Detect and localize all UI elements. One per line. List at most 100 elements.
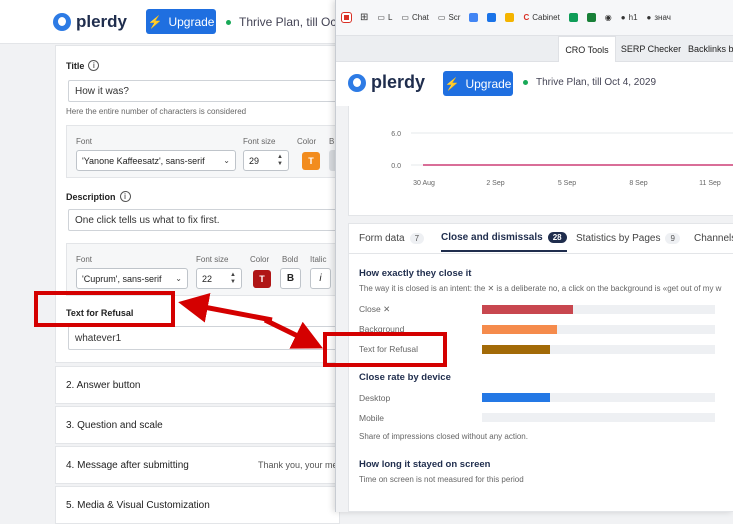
section-answer-button[interactable]: 2. Answer button [55,366,340,404]
bold-label: B [329,137,335,146]
sheets-icon[interactable] [568,13,578,22]
eye-icon[interactable]: ◉ [605,13,612,22]
mobile-bar-track [482,413,715,422]
ads-icon[interactable] [469,13,479,22]
analytics-icon[interactable] [505,13,515,22]
tab-cro-tools[interactable]: CRO Tools [558,36,616,62]
description-font-select[interactable]: 'Cuprum', sans-serif ⌄ [76,268,188,289]
bookmark-label: h1 [628,13,638,22]
bookmark-label: L [387,13,393,22]
upgrade-button[interactable]: ⚡ Upgrade [146,9,216,34]
section-message-after[interactable]: 4. Message after submitting Thank you, y… [55,446,340,484]
font-label: Font [76,255,93,264]
stepper-arrows-icon[interactable]: ▲ ▼ [277,154,283,168]
x-tick-label: 8 Sep [629,180,647,187]
tab-form-data[interactable]: Form data 7 [359,224,425,252]
tab-serp-checker[interactable]: SERP Checker [616,36,686,62]
bold-button[interactable]: B [280,268,301,289]
tab-label: SERP Checker [620,44,682,54]
upgrade-label: Upgrade [168,14,215,29]
tab-label: Form data [359,232,405,244]
bookmark-scr[interactable]: ▭ Scr [438,13,461,22]
x-tick-label: 11 Sep [699,180,721,187]
close-x-bar [482,305,573,314]
bookmark-label: Cabinet [532,13,560,22]
description-input-value: One click tells us what to fix first. [75,214,220,226]
info-icon[interactable]: i [119,191,131,202]
brand-name: plerdy [371,72,426,92]
info-icon[interactable]: i [88,60,100,71]
stop-icon[interactable] [341,12,352,23]
tab-statistics-pages[interactable]: Statistics by Pages 9 [576,224,680,252]
tab-count: 9 [665,232,680,244]
description-input[interactable]: One click tells us what to fix first. [68,209,343,231]
app-header: plerdy ⚡ Upgrade Thrive Plan, till Oct 4,… [336,62,733,106]
refusal-input[interactable]: whatever1 [68,326,343,350]
stay-title: How long it stayed on screen [359,459,491,470]
tab-count: 28 [547,231,567,243]
description-label-text: Description [66,191,116,202]
background-bar-track [482,325,715,334]
title-font-select[interactable]: 'Yanone Kaffeesatz', sans-serif ⌄ [76,150,236,171]
chart-icon[interactable] [487,13,497,22]
italic-label: Italic [310,255,327,264]
plerdy-logo[interactable]: plerdy [53,12,127,32]
plan-status-dot [226,19,231,25]
title-color-swatch[interactable]: T [302,152,320,170]
italic-button[interactable]: i [310,268,331,289]
bookmark-label: Chat [411,13,429,22]
tabs-divider [349,253,733,254]
bookmark-znach[interactable]: ● знач [647,13,671,22]
chevron-down-icon: ⌄ [175,274,182,283]
close-method-title: How exactly they close it [359,268,472,279]
title-input[interactable]: How it was? [68,80,343,102]
section-question-scale[interactable]: 3. Question and scale [55,406,340,444]
table-icon[interactable] [586,13,596,22]
refusal-bar-track [482,345,715,354]
plan-status-dot [523,80,528,85]
color-label: Color [297,137,317,146]
cabinet-icon: C [523,13,530,22]
bookmark-label: Scr [448,13,461,22]
title-hint: Here the entire number of characters is … [66,107,247,116]
section-media-visual[interactable]: 5. Media & Visual Customization [55,486,340,524]
plerdy-logo[interactable]: plerdy [348,72,425,93]
chart-card: 6.0 0.0 30 Aug 2 Sep 5 Sep 8 Sep 11 Sep [348,106,733,216]
upgrade-button[interactable]: ⚡ Upgrade [443,71,513,96]
globe-icon: ● [646,13,652,22]
title-size-stepper[interactable]: 29 ▲ ▼ [243,150,289,171]
tab-label: Channels [694,232,733,244]
chevron-down-icon: ⌄ [223,156,230,165]
device-row-label: Desktop [359,393,391,403]
background-bar [482,325,557,334]
browser-window: ⊞ ▭ L ▭ Chat ▭ Scr C Cabinet ◉ ● h1 ● знач CRO… [335,0,733,512]
bookmark-cabinet[interactable]: C Cabinet [523,13,559,22]
close-row-label: Close ✕ [359,304,391,314]
description-size-value: 22 [202,273,213,284]
tab-channels[interactable]: Channels [694,224,733,252]
tab-close-dismissals[interactable]: Close and dismissals 28 [441,224,567,252]
bookmark-h1[interactable]: ● h1 [621,13,638,22]
title-input-value: How it was? [75,85,129,97]
close-method-desc: The way it is closed is an intent: the ✕… [359,284,722,293]
stats-card: Form data 7 Close and dismissals 28 Statis… [348,223,733,512]
folder-icon: ▭ [401,13,409,22]
title-font-settings: Font Font size Color B 'Yanone Kaffeesat… [66,125,342,178]
section-title: 2. Answer button [66,379,141,391]
apps-grid-icon[interactable]: ⊞ [360,12,368,23]
description-size-stepper[interactable]: 22 ▲ ▼ [196,268,242,289]
color-label: Color [250,255,270,264]
section-title: 3. Question and scale [66,419,163,431]
bookmark-chat[interactable]: ▭ Chat [401,13,428,22]
bookmark-l[interactable]: ▭ L [377,13,392,22]
tab-backlinks[interactable]: Backlinks b [688,36,733,62]
plan-status: Thrive Plan, till Oct 4, 2029 [523,77,656,88]
title-label: Title i [66,60,100,71]
tab-label: Backlinks b [688,44,733,54]
close-rate-note: Share of impressions closed without any … [359,432,528,441]
desktop-bar-track [482,393,715,402]
stepper-arrows-icon[interactable]: ▲ ▼ [230,272,236,286]
description-color-swatch[interactable]: T [253,270,271,288]
close-rate-title: Close rate by device [359,372,451,383]
message-preview: Thank you, your me [258,460,338,470]
